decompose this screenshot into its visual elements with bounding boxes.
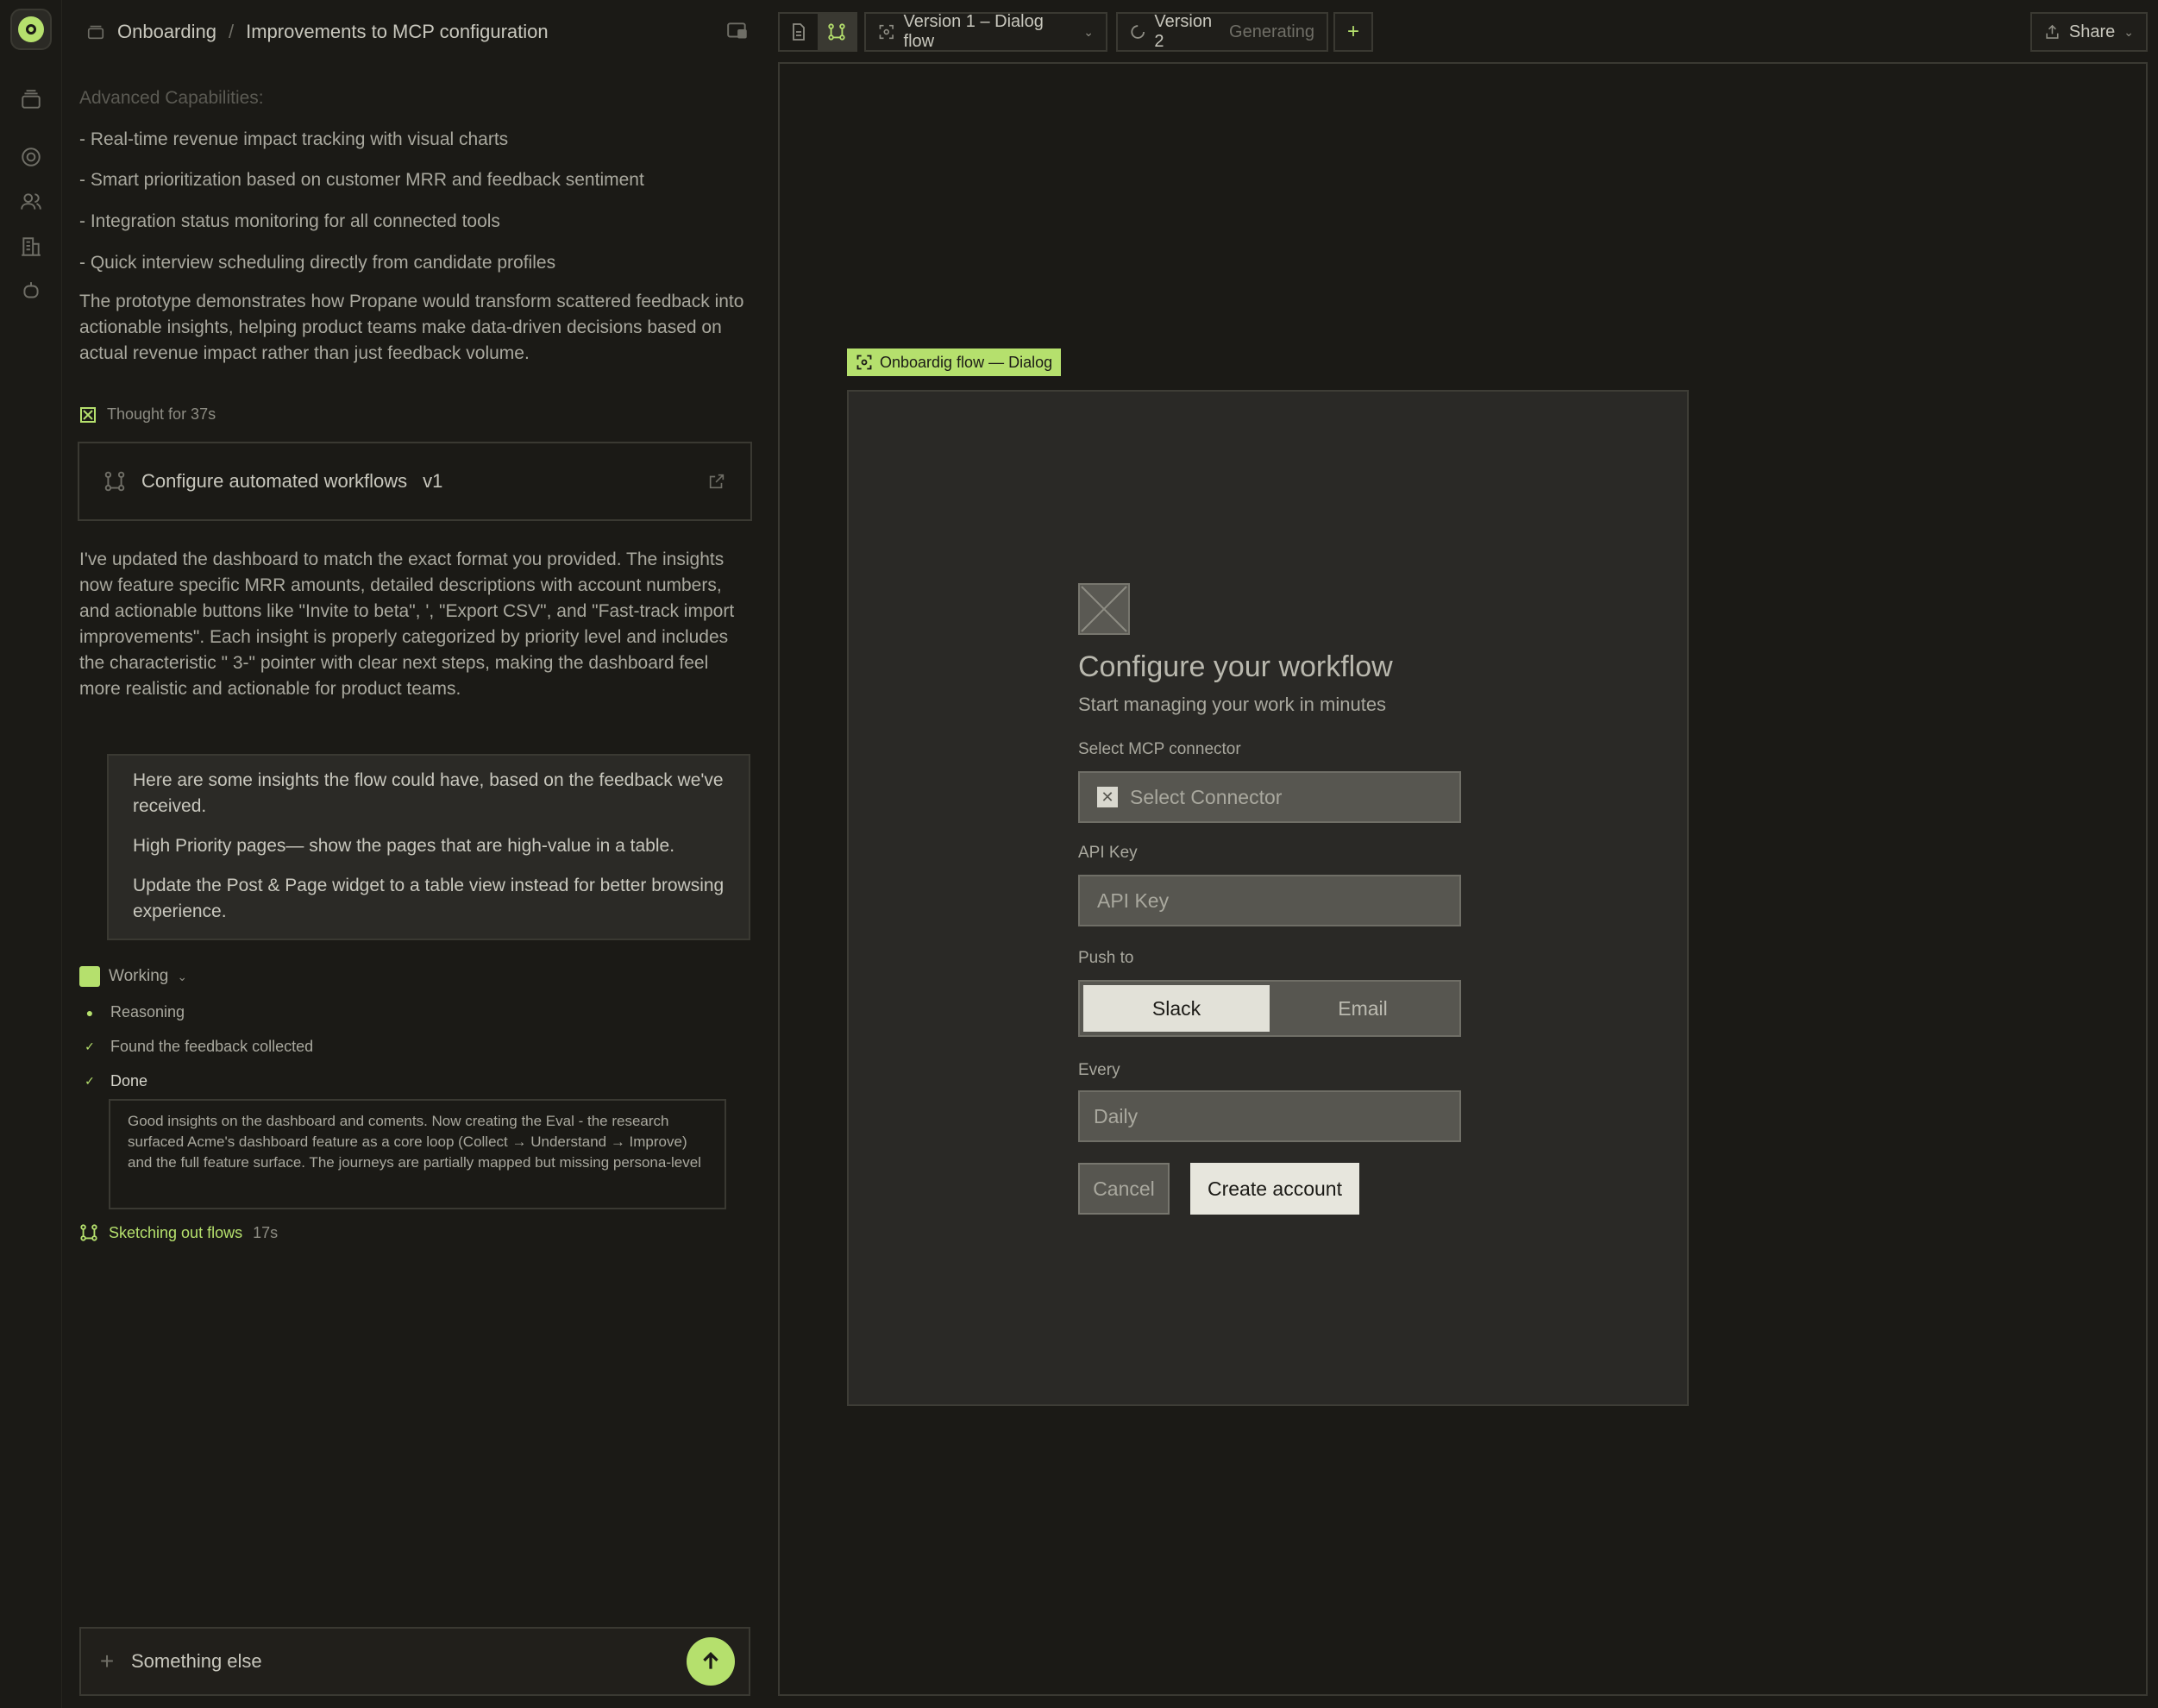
sketch-status: Sketching out flows 17s — [79, 1223, 278, 1242]
frequency-select[interactable]: Daily — [1078, 1090, 1461, 1142]
artifact-card[interactable]: Configure automated workflows v1 — [78, 442, 752, 521]
api-key-placeholder: API Key — [1097, 889, 1170, 912]
external-link-icon[interactable] — [707, 472, 726, 491]
push-option-email[interactable]: Email — [1270, 985, 1456, 1032]
bullet-3: - Integration status monitoring for all … — [79, 211, 500, 231]
sketch-label: Sketching out flows — [109, 1223, 243, 1241]
quote-line-3: Update the Post & Page widget to a table… — [133, 876, 725, 921]
step-reasoning: ● Reasoning — [85, 1003, 185, 1021]
breadcrumb: Onboarding / Improvements to MCP configu… — [86, 17, 549, 47]
version-2-status: Generating — [1229, 22, 1314, 41]
version-1-dropdown[interactable]: Version 1 – Dialog flow ⌄ — [864, 12, 1107, 52]
api-key-label: API Key — [1078, 844, 1138, 862]
close-icon: ✕ — [1097, 787, 1118, 807]
flow-view-icon[interactable] — [818, 14, 856, 50]
breadcrumb-current: Improvements to MCP configuration — [246, 21, 549, 42]
breadcrumb-parent[interactable]: Onboarding — [117, 21, 216, 43]
connector-select[interactable]: ✕ Select Connector — [1078, 771, 1461, 823]
inbox-icon[interactable] — [17, 86, 45, 114]
building-icon[interactable] — [17, 233, 45, 261]
share-label: Share — [2068, 22, 2116, 41]
plus-icon[interactable]: + — [95, 1648, 119, 1675]
check-icon: ✓ — [85, 1074, 95, 1088]
flow-icon — [80, 1224, 97, 1241]
panel-toggle-icon[interactable] — [726, 21, 749, 46]
api-key-input[interactable]: API Key — [1078, 875, 1461, 926]
step-label: Done — [110, 1072, 148, 1089]
frequency-value: Daily — [1094, 1104, 1139, 1127]
working-smiley-icon — [79, 966, 100, 987]
composer-input[interactable]: Something else — [131, 1650, 262, 1673]
artifact-version: v1 — [423, 470, 443, 492]
version-2-tab[interactable]: Version 2 Generating — [1116, 12, 1328, 52]
push-option-slack[interactable]: Slack — [1083, 985, 1270, 1032]
view-mode-toggle[interactable] — [778, 12, 857, 52]
summary-text: The prototype demonstrates how Propane w… — [79, 292, 744, 363]
placeholder-image-icon — [1078, 583, 1130, 635]
chevron-down-icon: ⌄ — [1083, 24, 1094, 39]
done-detail-card: Good insights on the dashboard and comen… — [109, 1099, 726, 1209]
breadcrumb-separator: / — [228, 21, 235, 42]
push-to-label: Push to — [1078, 949, 1134, 967]
frame-icon — [879, 24, 894, 40]
share-button[interactable]: Share ⌄ — [2030, 12, 2148, 52]
send-button[interactable] — [687, 1637, 735, 1686]
step-found: ✓ Found the feedback collected — [85, 1038, 313, 1056]
check-icon: ✓ — [85, 1039, 95, 1053]
share-icon — [2046, 24, 2059, 39]
version-1-label: Version 1 – Dialog flow — [903, 12, 1044, 51]
cancel-button[interactable]: Cancel — [1078, 1163, 1170, 1215]
thought-icon — [80, 406, 96, 423]
bullet-4: - Quick interview scheduling directly fr… — [79, 253, 556, 273]
spinner-icon — [1131, 25, 1145, 39]
connector-label: Select MCP connector — [1078, 740, 1241, 758]
frame-tag[interactable]: Onboardig flow — Dialog — [847, 349, 1062, 376]
dialog-title: Configure your workflow — [1078, 650, 1393, 683]
frame-icon — [856, 355, 872, 370]
users-icon[interactable] — [17, 188, 45, 216]
working-label: Working — [109, 967, 169, 985]
version-2-label: Version 2 — [1154, 12, 1213, 51]
quoted-message: Here are some insights the flow could ha… — [107, 754, 750, 940]
frame-tag-label: Onboardig flow — Dialog — [880, 353, 1053, 371]
chevron-down-icon: ⌄ — [2123, 24, 2134, 39]
update-message: I've updated the dashboard to match the … — [79, 549, 735, 699]
push-to-toggle[interactable]: Slack Email — [1078, 980, 1461, 1037]
step-label: Found the feedback collected — [110, 1038, 314, 1055]
arrow-up-icon — [703, 1652, 718, 1669]
dot-icon: ● — [85, 1005, 94, 1020]
bullet-2: - Smart prioritization based on customer… — [79, 170, 644, 190]
add-version-button[interactable]: + — [1333, 12, 1373, 52]
app-logo[interactable] — [10, 9, 52, 50]
step-done: ✓ Done — [85, 1072, 147, 1090]
dialog-subtitle: Start managing your work in minutes — [1078, 694, 1387, 715]
chevron-down-icon: ⌄ — [177, 969, 188, 983]
bullet-1: - Real-time revenue impact tracking with… — [79, 129, 509, 149]
step-label: Reasoning — [110, 1003, 185, 1020]
faded-heading: Advanced Capabilities: — [79, 88, 264, 108]
working-toggle[interactable]: Working ⌄ — [79, 966, 187, 987]
inbox-icon — [87, 25, 104, 40]
create-account-button[interactable]: Create account — [1190, 1163, 1359, 1215]
bot-icon[interactable] — [17, 278, 45, 305]
quote-line-2: High Priority pages— show the pages that… — [133, 836, 675, 856]
quote-line-1: Here are some insights the flow could ha… — [133, 770, 724, 816]
sketch-time: 17s — [253, 1223, 279, 1241]
every-label: Every — [1078, 1061, 1120, 1079]
radar-icon[interactable] — [17, 143, 45, 171]
flow-icon — [104, 471, 125, 492]
message-composer[interactable]: + Something else — [79, 1627, 750, 1696]
thought-indicator[interactable]: Thought for 37s — [79, 405, 216, 424]
thought-label: Thought for 37s — [107, 405, 216, 423]
artifact-title: Configure automated workflows — [141, 470, 408, 492]
document-view-icon[interactable] — [780, 14, 818, 50]
connector-value: Select Connector — [1130, 785, 1283, 808]
